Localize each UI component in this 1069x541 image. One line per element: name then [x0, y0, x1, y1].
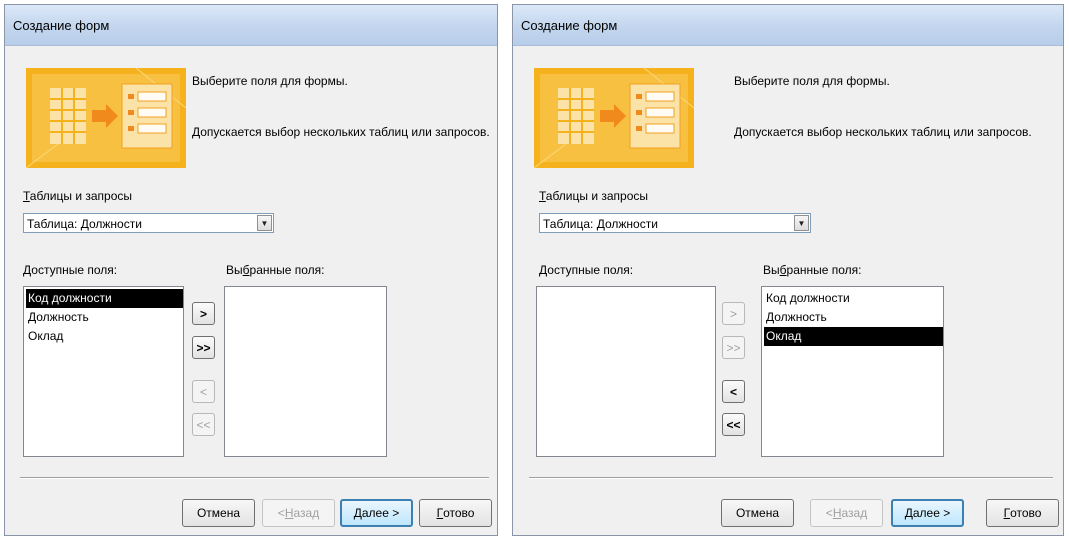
add-all-fields-button[interactable]: >>: [722, 336, 745, 359]
back-button[interactable]: < Назад: [262, 499, 335, 527]
form-wizard-dialog-right: Создание форм Выберите поля для формы. Д…: [512, 4, 1064, 536]
available-fields-label: Доступные поля:: [23, 263, 118, 277]
add-field-button[interactable]: >: [722, 302, 745, 325]
table-to-form-wizard-icon: [534, 68, 694, 168]
selected-fields-list[interactable]: [224, 286, 387, 457]
available-fields-label: Доступные поля:: [539, 263, 634, 277]
next-button[interactable]: Далее >: [340, 499, 413, 527]
instruction-note: Допускается выбор нескольких таблиц или …: [734, 125, 1032, 139]
back-button[interactable]: < Назад: [810, 499, 883, 527]
tables-queries-label: Таблицы и запросы: [539, 189, 649, 203]
list-item[interactable]: Код должности: [26, 289, 183, 308]
title-bar: Создание форм: [513, 5, 1063, 46]
instruction-text: Выберите поля для формы.: [192, 74, 348, 88]
title-bar: Создание форм: [5, 5, 497, 46]
add-all-fields-button[interactable]: >>: [192, 336, 215, 359]
selected-fields-label: Выбранные поля:: [226, 263, 325, 277]
chevron-down-icon[interactable]: ▼: [257, 215, 272, 231]
tables-queries-combobox[interactable]: Таблица: Должности ▼: [539, 213, 811, 233]
available-fields-list[interactable]: [536, 286, 716, 457]
list-item[interactable]: Должность: [26, 308, 183, 327]
instruction-note: Допускается выбор нескольких таблиц или …: [192, 125, 490, 139]
remove-field-button[interactable]: <: [722, 380, 745, 403]
divider: [20, 477, 489, 479]
remove-all-fields-button[interactable]: <<: [192, 413, 215, 436]
tables-queries-combobox[interactable]: Таблица: Должности ▼: [23, 213, 274, 233]
chevron-down-icon[interactable]: ▼: [794, 215, 809, 231]
combobox-value: Таблица: Должности: [27, 217, 142, 231]
divider: [529, 477, 1053, 479]
table-to-form-wizard-icon: [26, 68, 186, 168]
cancel-button[interactable]: Отмена: [721, 499, 794, 527]
next-button[interactable]: Далее >: [891, 499, 964, 527]
remove-all-fields-button[interactable]: <<: [722, 413, 745, 436]
cancel-button[interactable]: Отмена: [182, 499, 255, 527]
combobox-value: Таблица: Должности: [543, 217, 658, 231]
list-item[interactable]: Должность: [764, 308, 943, 327]
form-wizard-dialog-left: Создание форм Выберите поля для формы. Д…: [4, 4, 498, 536]
tables-queries-label: Таблицы и запросы: [23, 189, 133, 203]
remove-field-button[interactable]: <: [192, 380, 215, 403]
window-title: Создание форм: [13, 18, 110, 33]
list-item[interactable]: Оклад: [26, 327, 183, 346]
finish-button[interactable]: Готово: [986, 499, 1059, 527]
selected-fields-label: Выбранные поля:: [763, 263, 862, 277]
window-title: Создание форм: [521, 18, 618, 33]
list-item[interactable]: Оклад: [764, 327, 943, 346]
list-item[interactable]: Код должности: [764, 289, 943, 308]
available-fields-list[interactable]: Код должности Должность Оклад: [23, 286, 184, 457]
instruction-text: Выберите поля для формы.: [734, 74, 890, 88]
add-field-button[interactable]: >: [192, 302, 215, 325]
finish-button[interactable]: Готово: [419, 499, 492, 527]
selected-fields-list[interactable]: Код должности Должность Оклад: [761, 286, 944, 457]
